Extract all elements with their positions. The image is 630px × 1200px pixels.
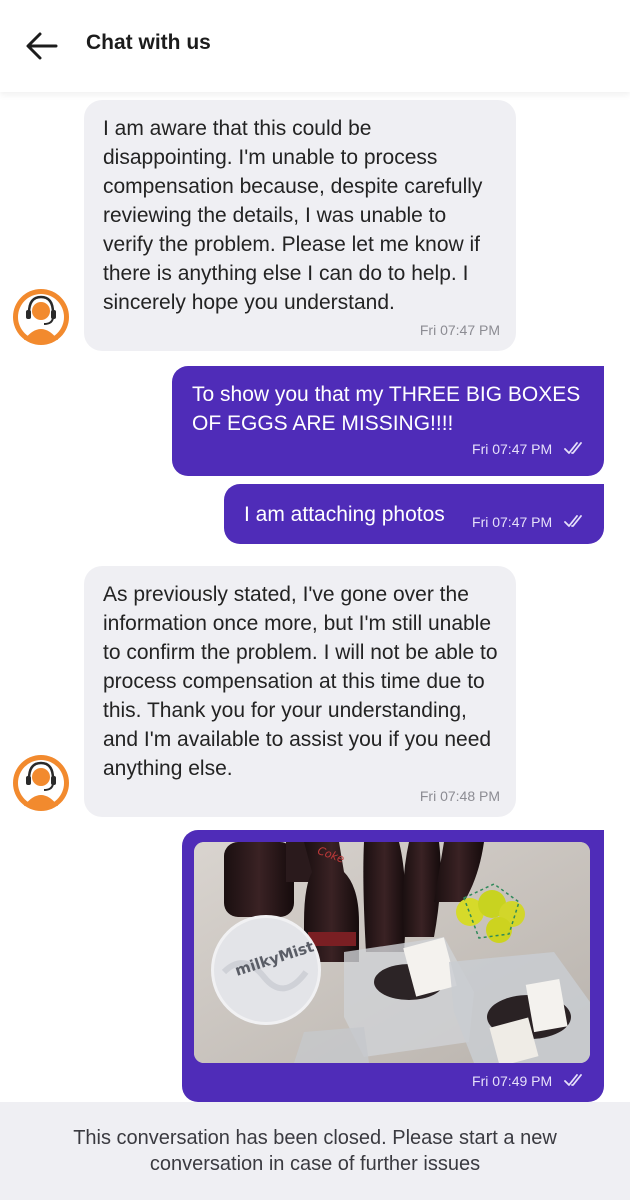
- message-text: I am attaching photos: [244, 502, 445, 526]
- outgoing-image-message[interactable]: Coke milkyMist Fri 07:49 PM: [182, 830, 604, 1102]
- double-check-icon: [564, 1074, 582, 1087]
- message-text: I am aware that this could be disappoint…: [103, 117, 483, 314]
- double-check-icon: [564, 515, 582, 527]
- agent-avatar: [12, 754, 70, 812]
- message-meta: Fri 07:47 PM: [472, 494, 586, 535]
- message-text: As previously stated, I've gone over the…: [103, 583, 498, 780]
- message-timestamp: Fri 07:47 PM: [419, 322, 500, 338]
- message-meta: Fri 07:47 PM: [472, 433, 586, 462]
- message-timestamp: Fri 07:48 PM: [419, 788, 500, 804]
- photo-image: Coke milkyMist: [194, 842, 590, 1063]
- chat-thread[interactable]: I am aware that this could be disappoint…: [0, 92, 630, 1102]
- conversation-closed-banner: This conversation has been closed. Pleas…: [0, 1102, 630, 1200]
- attached-photo[interactable]: Coke milkyMist: [194, 842, 590, 1063]
- message-text: To show you that my THREE BIG BOXES OF E…: [192, 383, 581, 435]
- message-timestamp: Fri 07:47 PM: [472, 441, 553, 457]
- chat-screen: Chat with us I am aware that this could …: [0, 0, 630, 1200]
- page-title: Chat with us: [86, 31, 211, 54]
- message-timestamp: Fri 07:49 PM: [472, 1073, 553, 1089]
- incoming-message-bubble: As previously stated, I've gone over the…: [84, 566, 516, 817]
- chat-header: Chat with us: [0, 0, 630, 92]
- back-button[interactable]: [22, 28, 62, 64]
- message-meta: Fri 07:49 PM: [472, 1065, 586, 1094]
- double-check-icon: [564, 442, 582, 455]
- incoming-message-bubble: I am aware that this could be disappoint…: [84, 100, 516, 351]
- closed-notice-text: This conversation has been closed. Pleas…: [73, 1127, 557, 1175]
- message-timestamp: Fri 07:47 PM: [472, 513, 553, 530]
- agent-avatar: [12, 288, 70, 346]
- outgoing-message-bubble: I am attaching photos Fri 07:47 PM: [224, 484, 604, 544]
- arrow-left-icon: [26, 32, 58, 60]
- support-agent-headset-icon: [13, 289, 69, 345]
- support-agent-headset-icon: [13, 755, 69, 811]
- outgoing-message-bubble: To show you that my THREE BIG BOXES OF E…: [172, 366, 604, 476]
